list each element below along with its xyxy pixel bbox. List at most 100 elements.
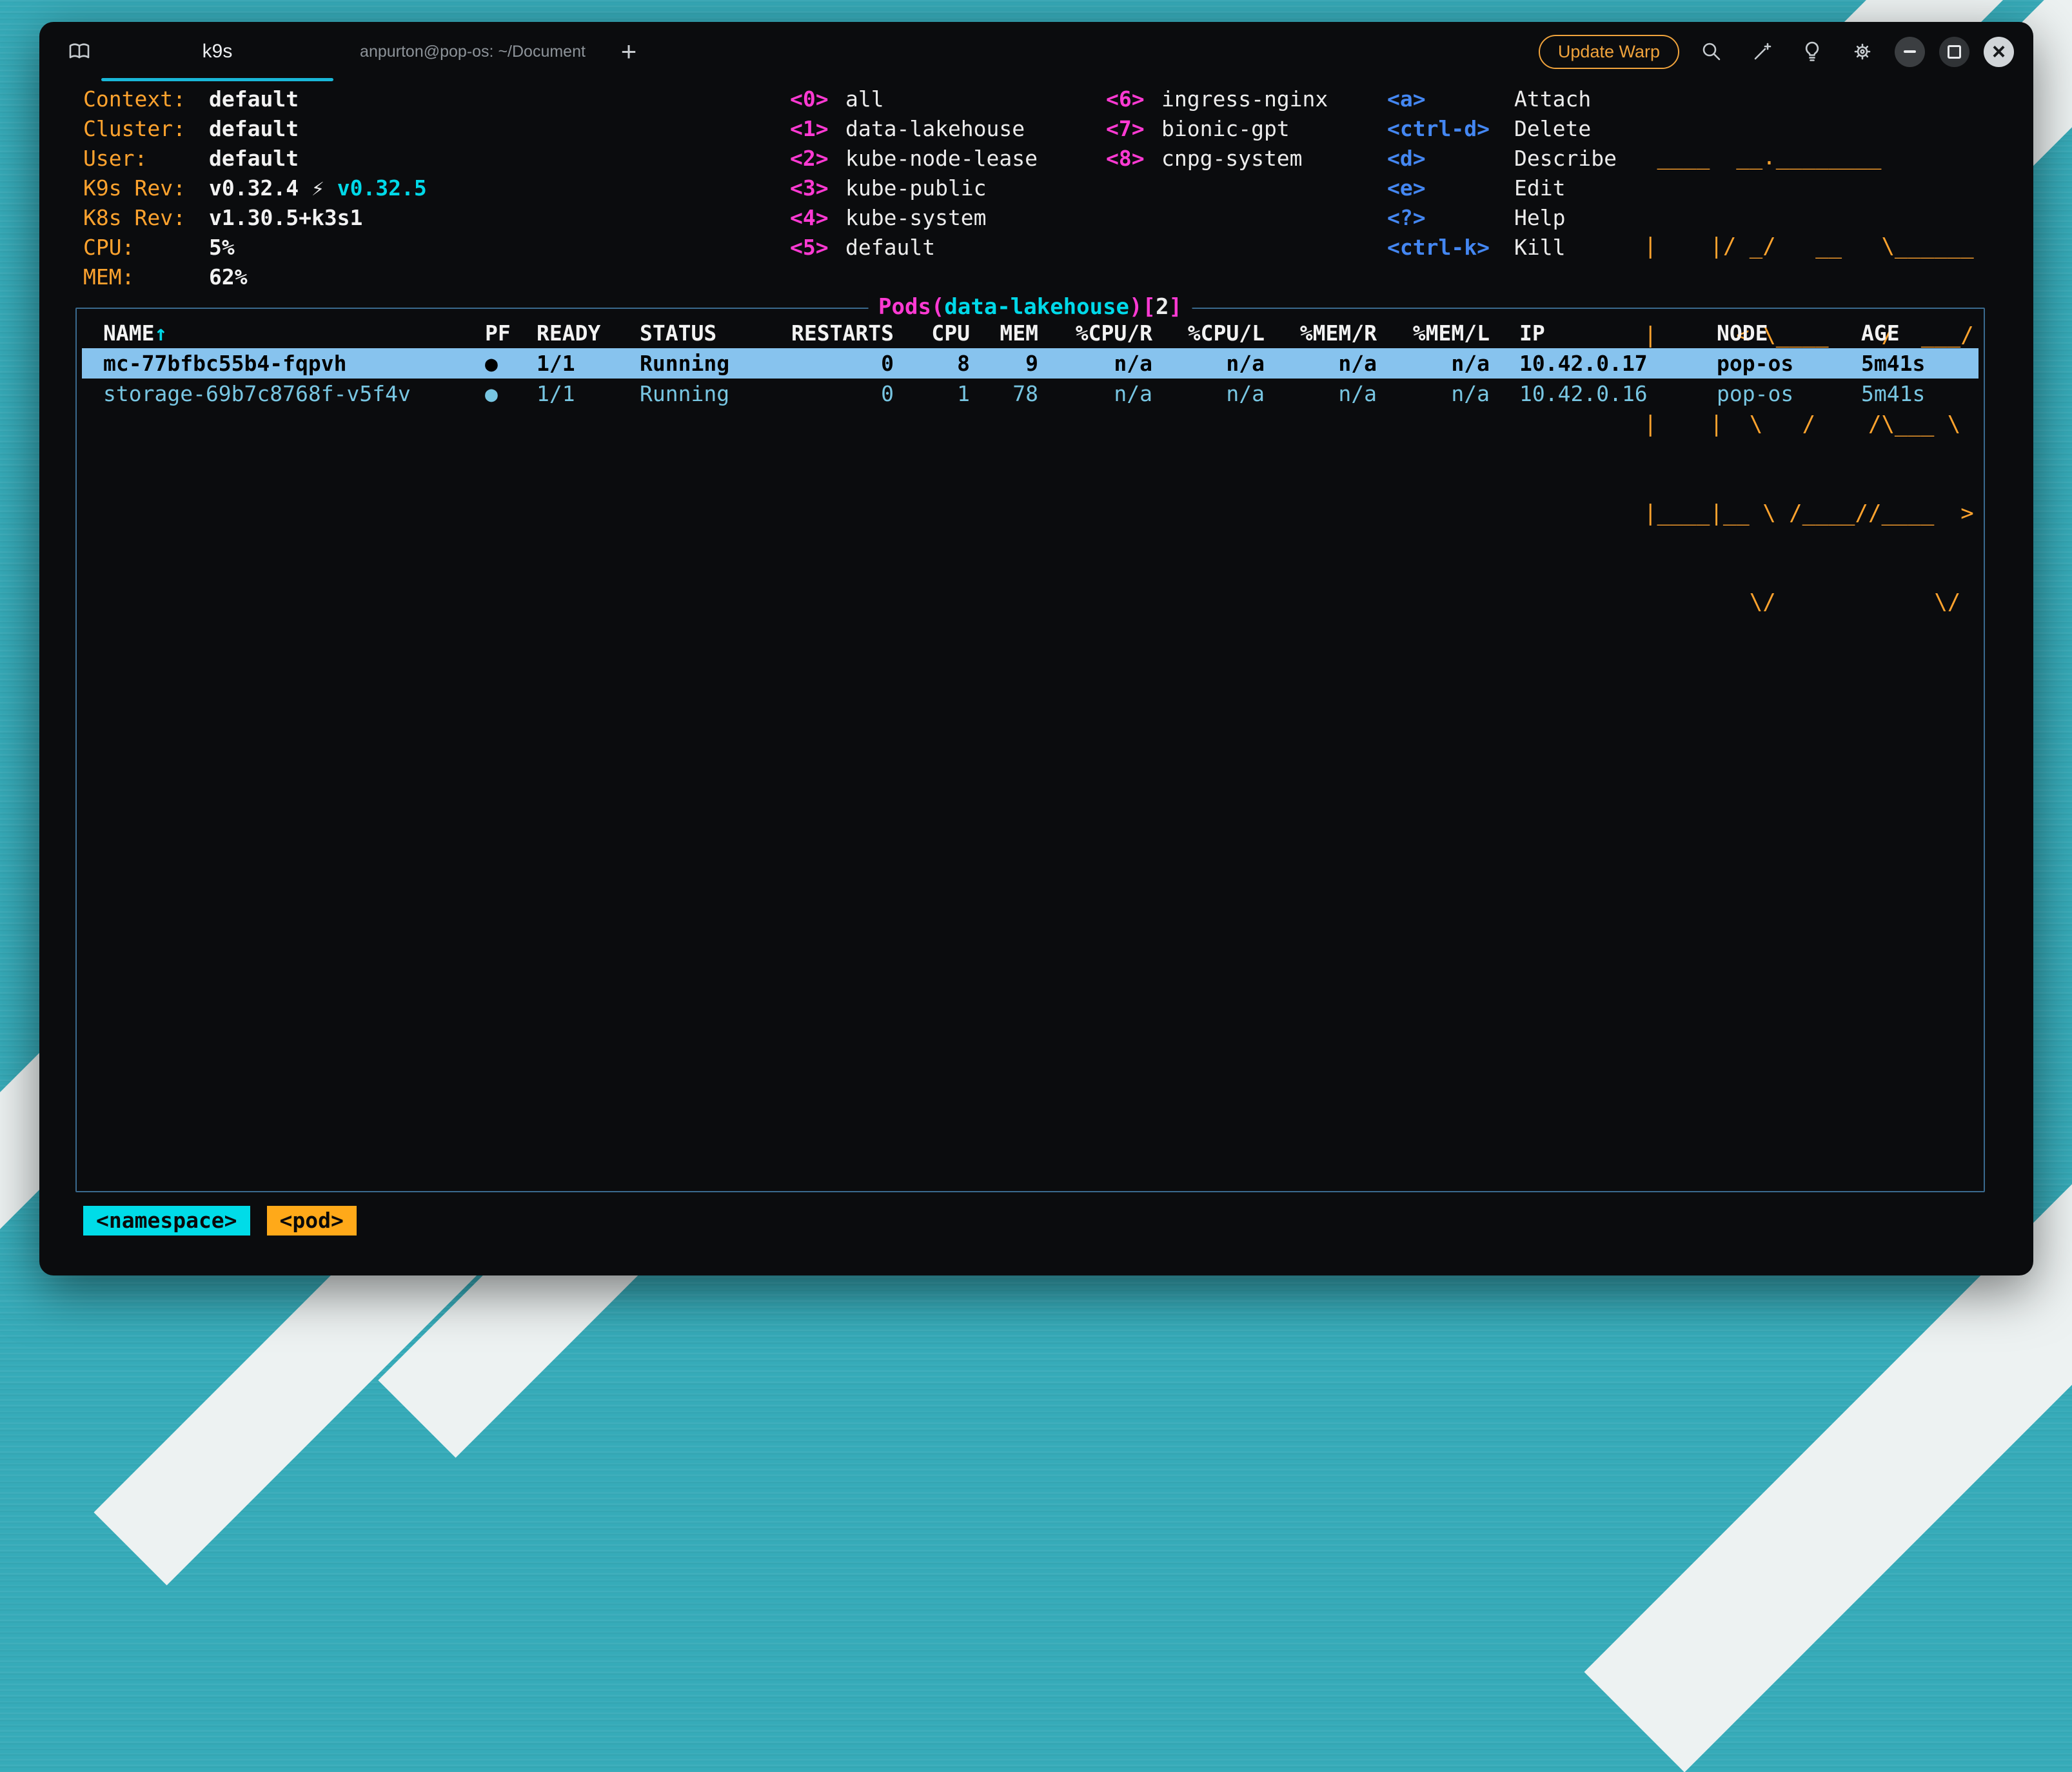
pod-cpu-r: n/a bbox=[1042, 379, 1156, 409]
pod-status: Running bbox=[633, 348, 789, 379]
namespace-item: <8>cnpg-system bbox=[1106, 144, 1328, 173]
command-item: <d>Describe bbox=[1387, 144, 1617, 173]
pod-ip: 10.42.0.17 bbox=[1494, 348, 1701, 379]
pods-table: NAME↑ PF READY STATUS RESTARTS CPU MEM %… bbox=[82, 318, 1978, 409]
ai-wand-icon[interactable] bbox=[1744, 34, 1780, 70]
command-item: <a>Attach bbox=[1387, 84, 1617, 114]
info-line-mem: MEM:62% bbox=[83, 262, 427, 292]
close-icon: × bbox=[1992, 40, 2006, 63]
upgrade-flash-icon: ⚡ bbox=[311, 175, 324, 201]
close-button[interactable]: × bbox=[1984, 37, 2014, 67]
pod-mem-l: n/a bbox=[1381, 348, 1494, 379]
panel-title-resource: Pods bbox=[878, 294, 931, 320]
pod-mem-r: n/a bbox=[1268, 348, 1381, 379]
pod-pf-dot: ● bbox=[480, 379, 530, 409]
maximize-icon bbox=[1948, 45, 1961, 59]
panel-title-count: 2 bbox=[1156, 294, 1169, 320]
tab-shell[interactable]: anpurton@pop-os: ~/Document bbox=[337, 22, 608, 81]
command-menu: <a>Attach <ctrl-d>Delete <d>Describe <e>… bbox=[1387, 84, 1617, 262]
active-tab-underline bbox=[101, 78, 333, 81]
maximize-button[interactable] bbox=[1939, 37, 1969, 67]
desktop: { "colors": { "background_teal": "#36abb… bbox=[0, 0, 2072, 1301]
pod-name: storage-69b7c8768f-v5f4v bbox=[82, 379, 480, 409]
namespace-item: <0>all bbox=[790, 84, 1038, 114]
namespace-menu-col1: <0>all <1>data-lakehouse <2>kube-node-le… bbox=[790, 84, 1038, 262]
pod-cpu-l: n/a bbox=[1156, 379, 1268, 409]
pod-cpu-r: n/a bbox=[1042, 348, 1156, 379]
namespace-menu-col2: <6>ingress-nginx <7>bionic-gpt <8>cnpg-s… bbox=[1106, 84, 1328, 173]
pod-restarts: 0 bbox=[789, 348, 898, 379]
namespace-item: <7>bionic-gpt bbox=[1106, 114, 1328, 144]
minimize-button[interactable] bbox=[1895, 37, 1925, 67]
command-item: <e>Edit bbox=[1387, 173, 1617, 203]
col-header-cpu-r: %CPU/R bbox=[1042, 318, 1156, 348]
gear-icon[interactable] bbox=[1844, 34, 1880, 70]
col-header-cpu-l: %CPU/L bbox=[1156, 318, 1268, 348]
search-icon[interactable] bbox=[1693, 34, 1730, 70]
new-tab-button[interactable]: + bbox=[608, 22, 649, 81]
col-header-mem-l: %MEM/L bbox=[1381, 318, 1494, 348]
namespace-item: <6>ingress-nginx bbox=[1106, 84, 1328, 114]
col-header-mem: MEM bbox=[974, 318, 1042, 348]
namespace-item: <3>kube-public bbox=[790, 173, 1038, 203]
pod-row[interactable]: storage-69b7c8768f-v5f4v ● 1/1 Running 0… bbox=[82, 379, 1978, 409]
pod-ready: 1/1 bbox=[530, 348, 633, 379]
pod-restarts: 0 bbox=[789, 379, 898, 409]
info-line-context: Context:default bbox=[83, 84, 427, 114]
pod-cpu: 1 bbox=[898, 379, 974, 409]
tab-label: k9s bbox=[202, 41, 233, 63]
info-line-user: User:default bbox=[83, 144, 427, 173]
col-header-age: AGE bbox=[1846, 318, 1978, 348]
col-header-status: STATUS bbox=[633, 318, 789, 348]
pod-mem-l: n/a bbox=[1381, 379, 1494, 409]
tab-label: anpurton@pop-os: ~/Document bbox=[360, 43, 586, 61]
pod-ready: 1/1 bbox=[530, 379, 633, 409]
pod-mem-r: n/a bbox=[1268, 379, 1381, 409]
bulb-icon[interactable] bbox=[1794, 34, 1830, 70]
pod-cpu: 8 bbox=[898, 348, 974, 379]
col-header-mem-r: %MEM/R bbox=[1268, 318, 1381, 348]
pod-mem: 9 bbox=[974, 348, 1042, 379]
info-line-cluster: Cluster:default bbox=[83, 114, 427, 144]
pod-crumb: <pod> bbox=[267, 1206, 357, 1235]
cluster-info: Context:default Cluster:default User:def… bbox=[83, 84, 427, 292]
namespace-item: <5>default bbox=[790, 233, 1038, 262]
pod-status: Running bbox=[633, 379, 789, 409]
pod-age: 5m41s bbox=[1846, 348, 1978, 379]
pod-age: 5m41s bbox=[1846, 379, 1978, 409]
info-line-k9s-rev: K9s Rev:v0.32.4 ⚡ v0.32.5 bbox=[83, 173, 427, 203]
pod-name: mc-77bfbc55b4-fqpvh bbox=[82, 348, 480, 379]
tab-k9s[interactable]: k9s bbox=[97, 22, 337, 81]
pod-node: pop-os bbox=[1701, 379, 1846, 409]
col-header-node: NODE bbox=[1701, 318, 1846, 348]
namespace-item: <1>data-lakehouse bbox=[790, 114, 1038, 144]
col-header-pf: PF bbox=[480, 318, 530, 348]
pod-node: pop-os bbox=[1701, 348, 1846, 379]
pod-row-selected[interactable]: mc-77bfbc55b4-fqpvh ● 1/1 Running 0 8 9 … bbox=[82, 348, 1978, 379]
namespace-item: <2>kube-node-lease bbox=[790, 144, 1038, 173]
col-header-ip: IP bbox=[1494, 318, 1701, 348]
pod-pf-dot: ● bbox=[480, 348, 530, 379]
book-icon[interactable] bbox=[61, 34, 97, 70]
breadcrumb: <namespace> <pod> bbox=[83, 1206, 357, 1235]
col-header-cpu: CPU bbox=[898, 318, 974, 348]
command-item: <ctrl-d>Delete bbox=[1387, 114, 1617, 144]
update-warp-button[interactable]: Update Warp bbox=[1539, 35, 1679, 69]
namespace-item: <4>kube-system bbox=[790, 203, 1038, 233]
pods-table-header-row: NAME↑ PF READY STATUS RESTARTS CPU MEM %… bbox=[82, 318, 1978, 348]
sort-arrow-icon: ↑ bbox=[154, 320, 167, 346]
col-header-name: NAME↑ bbox=[82, 318, 480, 348]
panel-title-namespace: data-lakehouse bbox=[944, 294, 1129, 320]
namespace-crumb: <namespace> bbox=[83, 1206, 250, 1235]
terminal-window: k9s anpurton@pop-os: ~/Document + Update… bbox=[39, 22, 2033, 1275]
command-item: <ctrl-k>Kill bbox=[1387, 233, 1617, 262]
info-line-k8s-rev: K8s Rev:v1.30.5+k3s1 bbox=[83, 203, 427, 233]
minimize-icon bbox=[1904, 50, 1916, 53]
pods-panel: Pods(data-lakehouse)[2] NAME↑ PF READY S… bbox=[75, 308, 1985, 1192]
pod-ip: 10.42.0.16 bbox=[1494, 379, 1701, 409]
pod-cpu-l: n/a bbox=[1156, 348, 1268, 379]
titlebar: k9s anpurton@pop-os: ~/Document + Update… bbox=[39, 22, 2033, 81]
col-header-restarts: RESTARTS bbox=[789, 318, 898, 348]
col-header-ready: READY bbox=[530, 318, 633, 348]
panel-title: Pods(data-lakehouse)[2] bbox=[868, 292, 1192, 322]
